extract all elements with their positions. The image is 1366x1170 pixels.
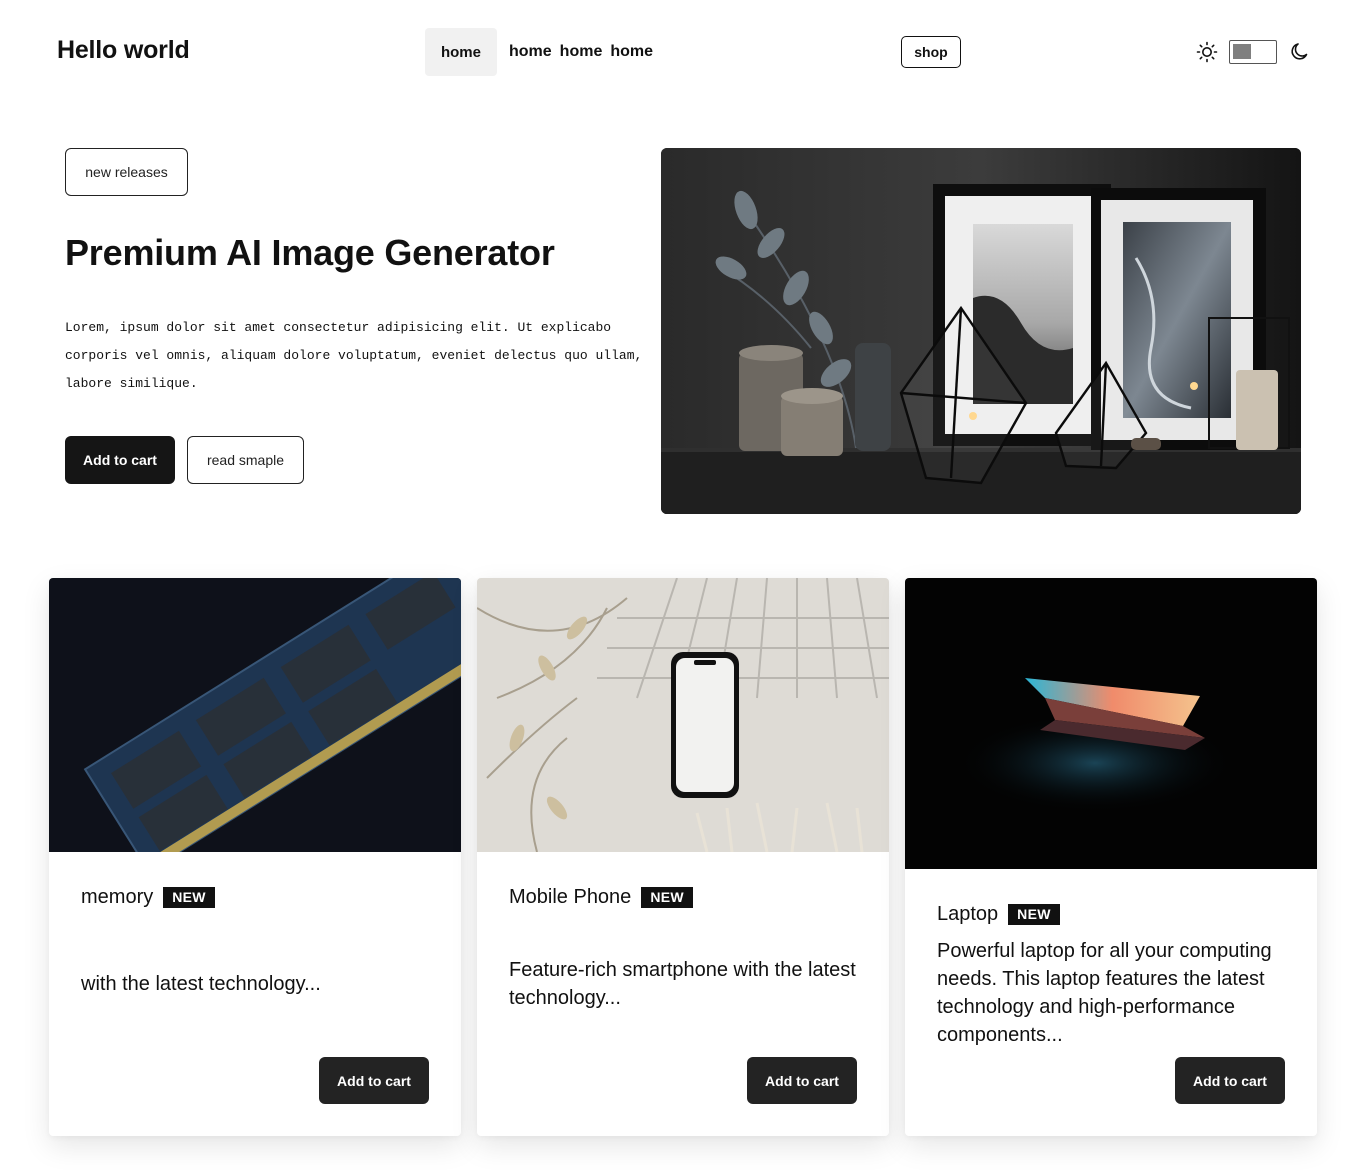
add-to-cart-button[interactable]: Add to cart: [1175, 1057, 1285, 1104]
card-title-memory: memory NEW: [81, 886, 215, 909]
new-badge: NEW: [641, 887, 693, 908]
card-description: with the latest technology...: [81, 973, 321, 995]
toggle-knob: [1233, 44, 1251, 59]
hero-add-to-cart-button[interactable]: Add to cart: [65, 436, 175, 484]
nav-item-home-active[interactable]: home: [425, 28, 497, 76]
laptop-image: [905, 578, 1317, 869]
card-description: Feature-rich smartphone with the latest …: [509, 959, 856, 1009]
moon-icon[interactable]: [1289, 41, 1311, 63]
brand-title[interactable]: Hello world: [57, 36, 190, 65]
main-nav: home home home home: [425, 28, 661, 76]
new-releases-tag[interactable]: new releases: [65, 148, 188, 196]
shop-button[interactable]: shop: [901, 36, 961, 68]
product-card-laptop: Laptop NEW Powerful laptop for all your …: [905, 578, 1317, 1136]
read-sample-button[interactable]: read smaple: [187, 436, 304, 484]
card-title-text: memory: [81, 886, 154, 908]
card-title-text: Mobile Phone: [509, 886, 632, 908]
add-to-cart-button[interactable]: Add to cart: [747, 1057, 857, 1104]
memory-image: [49, 578, 461, 852]
nav-item-home[interactable]: home: [509, 43, 552, 61]
new-badge: NEW: [163, 887, 215, 908]
card-title-mobile-phone: Mobile Phone NEW: [509, 886, 693, 909]
card-title-laptop: Laptop NEW: [937, 903, 1060, 926]
site-header: Hello world home home home home shop: [0, 0, 1366, 104]
card-title-text: Laptop: [937, 903, 999, 925]
product-card-mobile-phone: Mobile Phone NEW Feature-rich smartphone…: [477, 578, 889, 1136]
product-card-memory: memory NEW with the latest technology...…: [49, 578, 461, 1136]
sun-icon[interactable]: [1196, 41, 1218, 63]
mobile-phone-image: [477, 578, 889, 852]
add-to-cart-button[interactable]: Add to cart: [319, 1057, 429, 1104]
theme-toggle-switch[interactable]: [1229, 40, 1277, 64]
nav-item-home[interactable]: home: [610, 43, 653, 61]
nav-item-home[interactable]: home: [560, 43, 603, 61]
hero-title: Premium AI Image Generator: [65, 232, 555, 273]
card-description: Powerful laptop for all your computing n…: [937, 940, 1272, 1046]
hero-image: [661, 148, 1301, 514]
hero-description: Lorem, ipsum dolor sit amet consectetur …: [65, 320, 643, 391]
new-badge: NEW: [1008, 904, 1060, 925]
